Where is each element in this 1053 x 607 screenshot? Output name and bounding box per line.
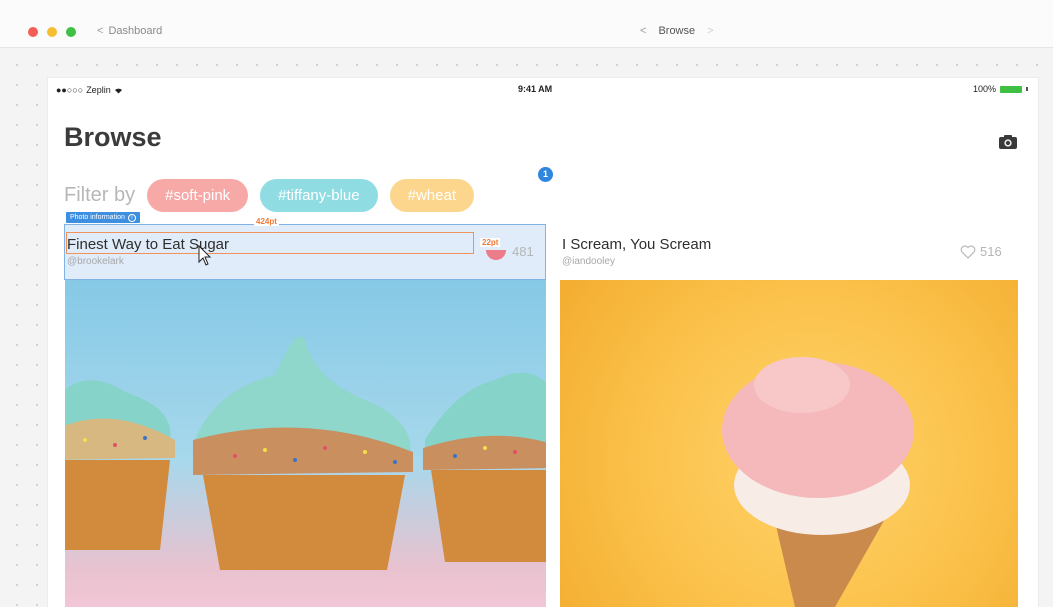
back-label: Dashboard — [108, 25, 163, 37]
post-likes-2[interactable]: 516 — [960, 244, 1002, 259]
filter-row: Filter by #soft-pink #tiffany-blue #whea… — [64, 179, 474, 212]
post-author-1: @brookelark — [67, 256, 124, 267]
mouse-cursor-icon — [198, 245, 212, 266]
measurement-height: 22pt — [480, 238, 501, 247]
info-icon[interactable]: i — [127, 213, 136, 222]
battery-percent: 100% — [972, 84, 996, 94]
screen-title: Browse — [658, 25, 696, 37]
tag-tiffany-blue[interactable]: #tiffany-blue — [260, 179, 378, 212]
artboard-browse[interactable]: ●●○○○ Zeplin 9:41 AM 100% Browse Filter … — [48, 78, 1038, 607]
cupcakes-photo[interactable] — [65, 280, 546, 607]
filter-label: Filter by — [64, 184, 136, 206]
zoom-window-button[interactable] — [66, 27, 76, 37]
close-window-button[interactable] — [28, 27, 38, 37]
page-title: Browse — [64, 122, 162, 152]
back-to-dashboard-link[interactable]: < Dashboard — [97, 25, 162, 37]
layer-name-tag: Photo information i — [66, 212, 140, 223]
annotation-badge[interactable]: 1 — [538, 167, 553, 182]
status-time: 9:41 AM — [518, 84, 553, 94]
post-title-2: I Scream, You Scream — [562, 236, 712, 253]
layer-name: Photo information — [70, 214, 125, 221]
next-screen-icon[interactable]: > — [707, 25, 713, 37]
post-author-2: @iandooley — [562, 256, 615, 267]
battery-tip — [1026, 87, 1028, 91]
chevron-left-icon: < — [97, 25, 104, 37]
signal-icon: ●●○○○ — [56, 85, 84, 95]
window-titlebar: < Dashboard < Browse > — [0, 0, 1053, 48]
camera-icon[interactable] — [998, 134, 1018, 150]
status-left: ●●○○○ Zeplin — [56, 85, 123, 95]
likes-count-1: 481 — [512, 244, 534, 259]
ios-status-bar: ●●○○○ Zeplin 9:41 AM 100% — [48, 78, 1038, 100]
measurement-width: 424pt — [254, 217, 279, 226]
icecream-illustration — [722, 357, 914, 607]
tag-soft-pink[interactable]: #soft-pink — [147, 179, 249, 212]
wifi-icon — [114, 88, 122, 93]
minimize-window-button[interactable] — [47, 27, 57, 37]
icecream-photo[interactable] — [560, 280, 1018, 607]
screen-navigator: < Browse > — [640, 25, 714, 37]
post-likes-1: 481 — [512, 244, 534, 259]
battery-icon — [1000, 85, 1022, 93]
status-right: 100% — [973, 84, 1028, 94]
tag-wheat[interactable]: #wheat — [389, 179, 474, 212]
cupcakes-illustration — [65, 336, 546, 570]
likes-count-2: 516 — [980, 244, 1002, 259]
heart-outline-icon — [960, 244, 976, 259]
previous-screen-icon[interactable]: < — [640, 25, 646, 37]
carrier-name: Zeplin — [86, 85, 111, 95]
